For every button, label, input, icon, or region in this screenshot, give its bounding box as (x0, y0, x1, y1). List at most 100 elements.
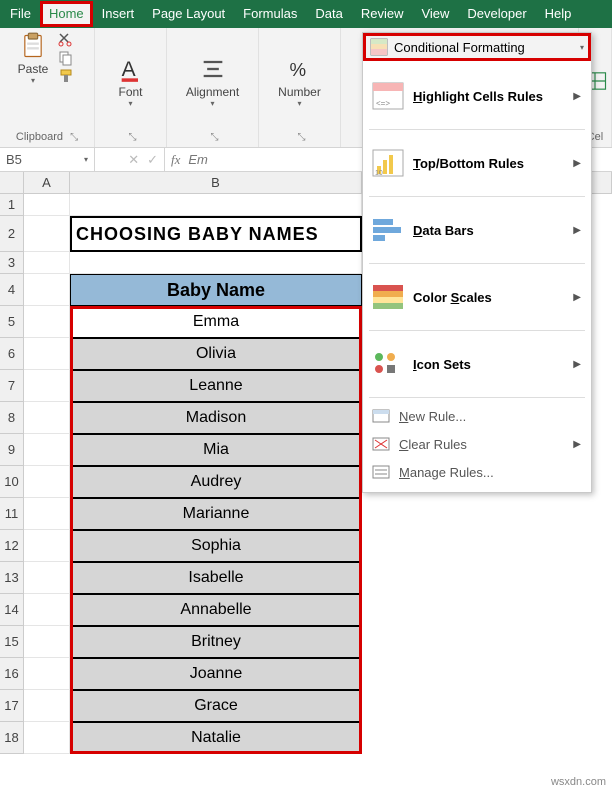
row-header-6[interactable]: 6 (0, 338, 24, 370)
table-row[interactable]: Audrey (70, 466, 362, 498)
tab-data[interactable]: Data (306, 1, 351, 27)
cell-A11[interactable] (24, 498, 70, 530)
format-painter-button[interactable] (56, 68, 76, 84)
table-row[interactable]: Isabelle (70, 562, 362, 594)
cell-A5[interactable] (24, 306, 70, 338)
font-button[interactable]: A Font ▾ (117, 55, 145, 108)
cell-A17[interactable] (24, 690, 70, 722)
group-alignment: Alignment ▾ ⤡ (167, 28, 259, 147)
row-header-18[interactable]: 18 (0, 722, 24, 754)
row-header-17[interactable]: 17 (0, 690, 24, 722)
table-row[interactable]: Joanne (70, 658, 362, 690)
cf-small-clear-rules[interactable]: Clear Rules▶ (363, 430, 591, 458)
cell-A8[interactable] (24, 402, 70, 434)
alignment-label: Alignment (186, 85, 239, 99)
number-button[interactable]: % Number ▾ (278, 55, 321, 108)
cf-item-highlight-cells-rules[interactable]: <=>Highlight Cells Rules▶ (363, 67, 591, 125)
cell-A13[interactable] (24, 562, 70, 594)
tab-page-layout[interactable]: Page Layout (143, 1, 234, 27)
row-header-15[interactable]: 15 (0, 626, 24, 658)
copy-button[interactable] (56, 50, 76, 66)
row-header-14[interactable]: 14 (0, 594, 24, 626)
cf-item-icon-sets[interactable]: Icon Sets▶ (363, 335, 591, 393)
cell-A3[interactable] (24, 252, 70, 274)
row-header-7[interactable]: 7 (0, 370, 24, 402)
name-box[interactable]: B5 ▾ (0, 148, 95, 171)
launcher-icon[interactable]: ⤡ (70, 132, 78, 143)
cell-A6[interactable] (24, 338, 70, 370)
cell-B3[interactable] (70, 252, 362, 274)
row-header-2[interactable]: 2 (0, 216, 24, 252)
tab-home[interactable]: Home (40, 1, 93, 27)
title-cell[interactable]: CHOOSING BABY NAMES (70, 216, 362, 252)
table-row[interactable]: Emma (70, 306, 362, 338)
column-header-B[interactable]: B (70, 172, 362, 194)
conditional-formatting-button[interactable]: Conditional Formatting ▾ (363, 33, 591, 61)
cf-small-manage-rules-[interactable]: Manage Rules... (363, 458, 591, 486)
row-header-10[interactable]: 10 (0, 466, 24, 498)
cancel-icon[interactable]: ✕ (128, 152, 139, 168)
row-header-16[interactable]: 16 (0, 658, 24, 690)
row-header-11[interactable]: 11 (0, 498, 24, 530)
tab-view[interactable]: View (412, 1, 458, 27)
tab-formulas[interactable]: Formulas (234, 1, 306, 27)
cf-small-label: Clear Rules (399, 437, 467, 452)
table-row[interactable]: Olivia (70, 338, 362, 370)
table-header[interactable]: Baby Name (70, 274, 362, 306)
paste-button[interactable]: Paste ▾ (18, 32, 49, 85)
tab-insert[interactable]: Insert (93, 1, 144, 27)
cf-small-new-rule-[interactable]: New Rule... (363, 402, 591, 430)
cell-A7[interactable] (24, 370, 70, 402)
row-header-1[interactable]: 1 (0, 194, 24, 216)
table-row[interactable]: Marianne (70, 498, 362, 530)
cell-A16[interactable] (24, 658, 70, 690)
launcher-icon[interactable]: ⤡ (298, 132, 306, 143)
launcher-icon[interactable]: ⤡ (211, 132, 219, 143)
cell-A9[interactable] (24, 434, 70, 466)
enter-icon[interactable]: ✓ (147, 152, 158, 168)
table-row[interactable]: Annabelle (70, 594, 362, 626)
table-row[interactable]: Mia (70, 434, 362, 466)
cf-item-data-bars[interactable]: Data Bars▶ (363, 201, 591, 259)
row-header-12[interactable]: 12 (0, 530, 24, 562)
cut-button[interactable] (56, 32, 76, 48)
launcher-icon[interactable]: ⤡ (129, 132, 137, 143)
row-header-5[interactable]: 5 (0, 306, 24, 338)
cell-A1[interactable] (24, 194, 70, 216)
row-header-13[interactable]: 13 (0, 562, 24, 594)
cell-A15[interactable] (24, 626, 70, 658)
row-header-8[interactable]: 8 (0, 402, 24, 434)
cell-A2[interactable] (24, 216, 70, 252)
number-label: Number (278, 85, 321, 99)
cell-A12[interactable] (24, 530, 70, 562)
cf-item-color-scales[interactable]: Color Scales ▶ (363, 268, 591, 326)
svg-text:10: 10 (375, 170, 383, 177)
table-row[interactable]: Natalie (70, 722, 362, 754)
select-all-corner[interactable] (0, 172, 24, 194)
table-row[interactable]: Grace (70, 690, 362, 722)
tab-review[interactable]: Review (352, 1, 413, 27)
row-header-4[interactable]: 4 (0, 274, 24, 306)
cell-A10[interactable] (24, 466, 70, 498)
table-row[interactable]: Britney (70, 626, 362, 658)
cf-item-label: Highlight Cells Rules (413, 89, 565, 104)
tab-help[interactable]: Help (536, 1, 581, 27)
cell-A4[interactable] (24, 274, 70, 306)
tab-developer[interactable]: Developer (458, 1, 535, 27)
paste-label: Paste (18, 62, 49, 76)
table-row[interactable]: Leanne (70, 370, 362, 402)
tab-file[interactable]: File (1, 1, 40, 27)
chevron-right-icon: ▶ (573, 292, 581, 303)
cf-item-label: Color Scales (413, 290, 565, 305)
cell-A18[interactable] (24, 722, 70, 754)
column-header-A[interactable]: A (24, 172, 70, 194)
cell-B1[interactable] (70, 194, 362, 216)
cell-A14[interactable] (24, 594, 70, 626)
alignment-button[interactable]: Alignment ▾ (186, 55, 239, 108)
row-header-3[interactable]: 3 (0, 252, 24, 274)
table-row[interactable]: Sophia (70, 530, 362, 562)
fx-icon[interactable]: fx (171, 152, 180, 168)
row-header-9[interactable]: 9 (0, 434, 24, 466)
table-row[interactable]: Madison (70, 402, 362, 434)
cf-item-top-bottom-rules[interactable]: 10Top/Bottom Rules▶ (363, 134, 591, 192)
